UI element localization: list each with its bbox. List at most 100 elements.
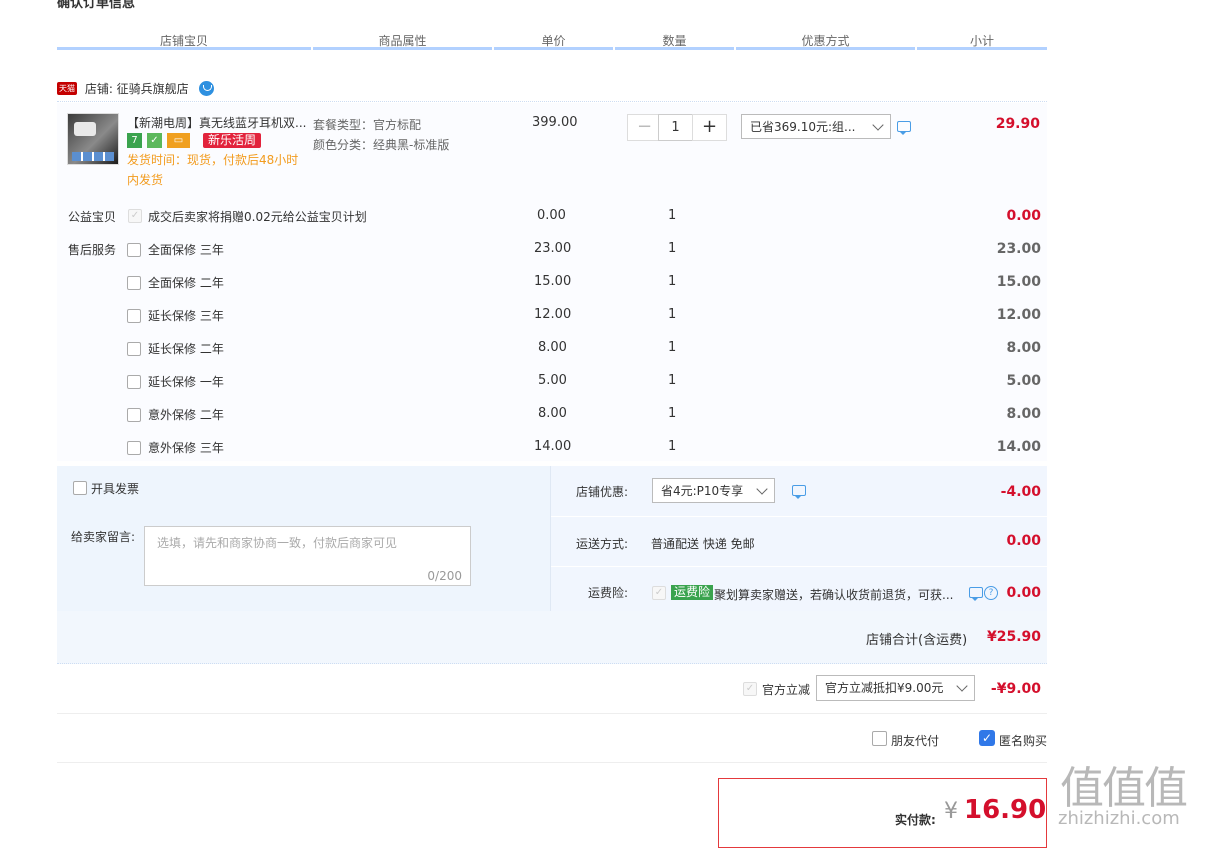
item-discount-select[interactable]: 已省369.10元:组... <box>741 114 891 139</box>
quantity-minus-button[interactable]: − <box>627 114 662 141</box>
tmall-badge: 天猫 <box>57 82 77 95</box>
shop-discount-amount: -4.00 <box>1000 484 1041 500</box>
message-label: 给卖家留言: <box>71 530 136 544</box>
service-subtotal: 15.00 <box>996 274 1041 290</box>
official-discount-amount: -¥9.00 <box>990 681 1041 697</box>
shop-discount-select[interactable]: 省4元:P10专享 <box>652 478 775 503</box>
chevron-down-icon <box>872 119 884 131</box>
pay-label: 实付款: <box>895 813 936 827</box>
watermark-url: zhizhizhi.com <box>1058 808 1180 829</box>
shipping-value: 普通配送 快递 免邮 <box>651 537 755 551</box>
service-price: 8.00 <box>538 406 567 421</box>
panel-divider <box>550 466 551 611</box>
service-price: 14.00 <box>534 439 572 454</box>
pay-currency: ¥ <box>944 799 958 824</box>
service-checkbox[interactable] <box>127 309 141 323</box>
panel-row-divider <box>551 566 1047 567</box>
charity-qty: 1 <box>668 208 677 223</box>
insurance-amount: 0.00 <box>1006 585 1041 601</box>
product-title-link[interactable]: 【新潮电周】真无线蓝牙耳机双... <box>127 114 306 131</box>
header-gap <box>734 47 736 50</box>
separator <box>57 713 1047 714</box>
service-price: 5.00 <box>538 373 567 388</box>
service-name: 全面保修 二年 <box>148 276 224 290</box>
attr-color: 颜色分类：经典黑-标准版 <box>313 138 450 152</box>
official-discount-checkbox: ✓ <box>743 682 757 696</box>
service-name: 意外保修 三年 <box>148 441 224 455</box>
aftersale-label: 售后服务 <box>68 243 117 257</box>
service-name: 延长保修 一年 <box>148 375 224 389</box>
watermark-logo: 值值值 <box>1060 763 1188 814</box>
service-subtotal: 5.00 <box>1006 373 1041 389</box>
friend-pay-label: 朋友代付 <box>891 734 940 748</box>
service-subtotal: 8.00 <box>1006 406 1041 422</box>
seller-message-input[interactable]: 选填，请先和商家协商一致，付款后商家可见 0/200 <box>144 526 471 586</box>
shipping-label: 运送方式: <box>576 537 629 551</box>
header-gap <box>613 47 615 50</box>
shop-discount-label: 店铺优惠: <box>576 485 629 499</box>
product-thumbnail[interactable] <box>67 113 119 165</box>
official-discount-value: 官方立减抵扣¥9.00元 <box>825 681 944 695</box>
friend-pay-checkbox[interactable] <box>872 731 887 746</box>
quantity-input[interactable]: 1 <box>658 114 693 141</box>
insurance-text: 聚划算卖家赠送，若确认收货前退货，可获... <box>714 588 954 602</box>
insurance-tag: 运费险 <box>671 585 714 600</box>
attr-package: 套餐类型：官方标配 <box>313 118 422 132</box>
service-qty: 1 <box>668 373 677 388</box>
service-qty: 1 <box>668 340 677 355</box>
service-checkbox[interactable] <box>127 243 141 257</box>
delivery-time: 发货时间：现货，付款后48小时内发货 <box>127 153 299 187</box>
unit-price: 399.00 <box>532 115 578 130</box>
message-placeholder: 选填，请先和商家协商一致，付款后商家可见 <box>157 536 398 550</box>
charity-checkbox: ✓ <box>128 209 142 223</box>
shop-discount-value: 省4元:P10专享 <box>661 484 744 498</box>
shipping-amount: 0.00 <box>1006 533 1041 549</box>
anonymous-checkbox[interactable]: ✓ <box>979 730 995 746</box>
item-discount-value: 已省369.10元:组... <box>750 120 856 134</box>
service-qty: 1 <box>668 439 677 454</box>
invoice-checkbox[interactable] <box>73 481 87 495</box>
service-checkbox[interactable] <box>127 342 141 356</box>
seven-day-return-icon: 7 <box>127 133 142 148</box>
service-qty: 1 <box>668 274 677 289</box>
card-payment-icon: ▭ <box>167 133 190 148</box>
service-name: 延长保修 三年 <box>148 309 224 323</box>
service-price: 12.00 <box>534 307 572 322</box>
pay-amount: 16.90 <box>964 795 1047 825</box>
discount-info-icon[interactable] <box>792 485 806 499</box>
shop-row: 天猫 店铺: 征骑兵旗舰店 <box>57 80 214 97</box>
service-checkbox[interactable] <box>127 375 141 389</box>
service-checkbox[interactable] <box>127 408 141 422</box>
header-underline <box>57 47 1047 50</box>
item-subtotal: 29.90 <box>995 116 1040 132</box>
header-gap <box>311 47 313 50</box>
promo-tag: 新乐活周 <box>203 133 262 148</box>
service-price: 8.00 <box>538 340 567 355</box>
invoice-label: 开具发票 <box>91 482 140 496</box>
charity-label: 公益宝贝 <box>68 210 117 224</box>
service-qty: 1 <box>668 241 677 256</box>
guarantee-icon: ✓ <box>147 133 162 148</box>
separator <box>57 762 1047 763</box>
insurance-label: 运费险: <box>588 586 629 600</box>
insurance-checkbox: ✓ <box>652 586 666 600</box>
charity-subtotal: 0.00 <box>1006 208 1041 224</box>
quantity-plus-button[interactable]: + <box>692 114 727 141</box>
wangwang-chat-icon[interactable] <box>198 81 214 96</box>
service-checkbox[interactable] <box>127 441 141 455</box>
message-counter: 0/200 <box>427 569 462 583</box>
discount-info-icon[interactable] <box>897 121 911 135</box>
service-subtotal: 12.00 <box>996 307 1041 323</box>
service-price: 15.00 <box>534 274 572 289</box>
chevron-down-icon <box>756 483 768 495</box>
service-name: 全面保修 三年 <box>148 243 224 257</box>
header-gap <box>492 47 494 50</box>
service-price: 23.00 <box>534 241 572 256</box>
shop-name[interactable]: 店铺: 征骑兵旗舰店 <box>85 82 189 96</box>
panel-row-divider <box>551 516 1047 517</box>
service-qty: 1 <box>668 406 677 421</box>
service-name: 意外保修 二年 <box>148 408 224 422</box>
service-subtotal: 23.00 <box>996 241 1041 257</box>
shop-total-amount: ¥25.90 <box>986 629 1041 645</box>
service-checkbox[interactable] <box>127 276 141 290</box>
